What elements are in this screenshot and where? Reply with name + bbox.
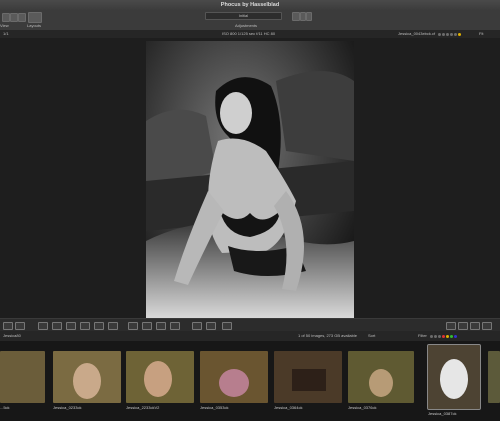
filter-dot[interactable] <box>438 335 441 338</box>
adjustments-label: Adjustments <box>235 23 258 28</box>
filter-red[interactable] <box>442 335 445 338</box>
rotate-tool-button[interactable] <box>108 322 118 330</box>
thumb-bg <box>0 351 45 403</box>
nav-button-3[interactable] <box>470 322 480 330</box>
zoom-tool-button[interactable] <box>80 322 90 330</box>
thumbnail-caption: Jessica_0364ck <box>274 405 303 410</box>
image-count: 1 of 50 images, 273 GB available <box>298 333 357 338</box>
fullscreen-button[interactable] <box>170 322 180 330</box>
previous-button[interactable] <box>192 322 202 330</box>
image-index: 1/1 <box>3 31 9 36</box>
adjust-button-3[interactable] <box>306 12 312 21</box>
nav-button-4[interactable] <box>482 322 492 330</box>
picker-tool-button[interactable] <box>66 322 76 330</box>
grid-view-button[interactable] <box>156 322 166 330</box>
layouts-label: Layouts <box>27 23 42 28</box>
main-toolbar: View Layouts Initial Adjustments <box>0 10 500 31</box>
thumbnail-selected[interactable] <box>427 344 481 410</box>
compare-button-1[interactable] <box>128 322 138 330</box>
thumbnail[interactable] <box>274 351 342 403</box>
thumbnail[interactable] <box>348 351 414 403</box>
rating-dots[interactable] <box>438 33 461 36</box>
thumbnail[interactable] <box>200 351 268 403</box>
capture-info: ISO 800 1/125 sec f/11 HC 80 <box>222 31 276 36</box>
view-button-3[interactable] <box>18 13 26 22</box>
view-button-1[interactable] <box>2 13 10 22</box>
preset-dropdown[interactable]: Initial <box>205 12 282 20</box>
straighten-tool-button[interactable] <box>52 322 62 330</box>
crop-tool-button[interactable] <box>38 322 48 330</box>
view-mode-button-1[interactable] <box>3 322 13 330</box>
thumbnail-caption: Jessica_0376ck <box>348 405 377 410</box>
photo-image <box>146 41 354 318</box>
color-tag-yellow[interactable] <box>458 33 461 36</box>
filter-yellow[interactable] <box>446 335 449 338</box>
rating-dot[interactable] <box>438 33 441 36</box>
layouts-button[interactable] <box>28 12 42 23</box>
filter-dot[interactable] <box>430 335 433 338</box>
filmstrip: ...5ck Jessica_0233ck Jessica_2233ckV2 J… <box>0 341 500 421</box>
rating-dot[interactable] <box>442 33 445 36</box>
filter-green[interactable] <box>450 335 453 338</box>
view-mode-button-2[interactable] <box>15 322 25 330</box>
thumbnail-caption: Jessica_0387ck <box>428 411 457 416</box>
next-button[interactable] <box>206 322 216 330</box>
nav-button-1[interactable] <box>446 322 456 330</box>
image-viewer <box>0 38 500 318</box>
view-label: View <box>0 23 9 28</box>
rating-dot[interactable] <box>454 33 457 36</box>
thumbnail-caption: Jessica_0233ck <box>53 405 82 410</box>
zoom-level[interactable]: Fit <box>479 30 483 38</box>
main-photo[interactable] <box>146 41 354 318</box>
thumbnail[interactable] <box>488 351 500 403</box>
thumbnail[interactable] <box>126 351 194 403</box>
app-title: Phocus by Hasselblad <box>220 2 280 8</box>
view-button-2[interactable] <box>10 13 18 22</box>
sort-label[interactable]: Sort <box>368 332 375 340</box>
file-name: Jessica_0043ebck.cf <box>398 31 436 36</box>
adjust-button-1[interactable] <box>292 12 300 21</box>
hand-tool-button[interactable] <box>94 322 104 330</box>
thumbnail-caption: ...5ck <box>0 405 10 410</box>
compare-button-2[interactable] <box>142 322 152 330</box>
rating-dot[interactable] <box>446 33 449 36</box>
filter-label[interactable]: Filter <box>418 332 427 340</box>
thumbnail[interactable] <box>53 351 121 403</box>
filter-dots[interactable] <box>430 335 457 338</box>
thumbnail-caption: Jessica_2233ckV2 <box>126 405 160 410</box>
rating-dot[interactable] <box>450 33 453 36</box>
nav-button-2[interactable] <box>458 322 468 330</box>
thumbnail-caption: Jessica_0353ck <box>200 405 229 410</box>
thumbnail[interactable] <box>0 351 45 403</box>
rotate-button[interactable] <box>222 322 232 330</box>
filter-blue[interactable] <box>454 335 457 338</box>
filter-dot[interactable] <box>434 335 437 338</box>
folder-name: Jessica80 <box>3 333 21 338</box>
